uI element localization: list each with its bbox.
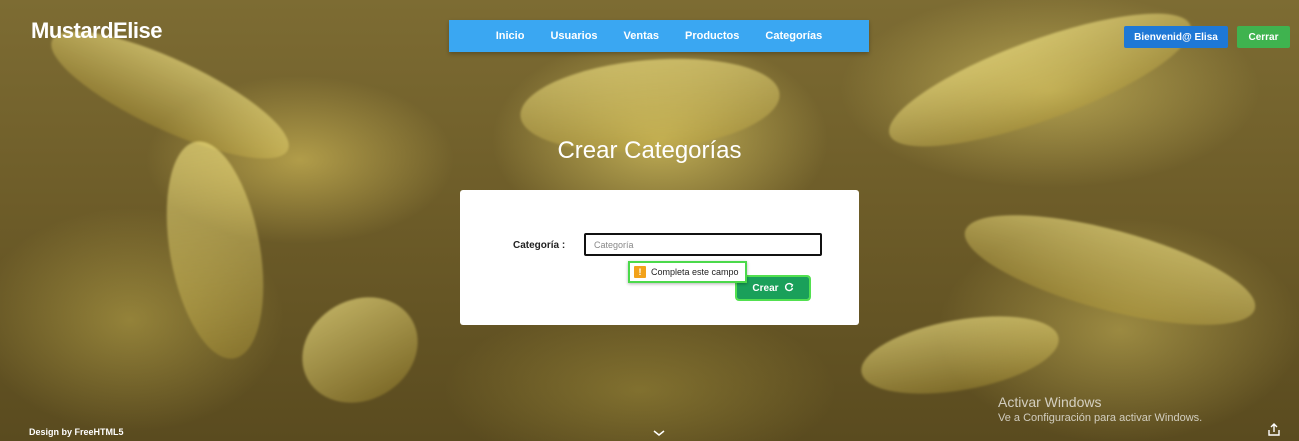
validation-tooltip: ! Completa este campo	[628, 261, 747, 283]
chevron-down-icon[interactable]	[652, 427, 666, 441]
create-button[interactable]: Crear	[735, 275, 811, 301]
petal-shape	[855, 303, 1065, 407]
welcome-user-button[interactable]: Bienvenid@ Elisa	[1124, 26, 1228, 48]
watermark-subtitle: Ve a Configuración para activar Windows.	[998, 412, 1203, 424]
nav-item-productos[interactable]: Productos	[685, 30, 739, 42]
brand-logo[interactable]: MustardElise	[31, 18, 162, 44]
refresh-icon	[784, 282, 794, 295]
nav-item-inicio[interactable]: Inicio	[496, 30, 525, 42]
warning-icon: !	[634, 266, 646, 278]
main-nav: Inicio Usuarios Ventas Productos Categor…	[449, 20, 869, 52]
category-label: Categoría :	[513, 240, 566, 251]
page-title: Crear Categorías	[557, 137, 742, 164]
nav-item-ventas[interactable]: Ventas	[624, 30, 659, 42]
petal-shape	[151, 133, 279, 367]
petal-shape	[283, 276, 437, 424]
create-button-label: Crear	[752, 282, 779, 294]
windows-activation-watermark: Activar Windows Ve a Configuración para …	[998, 394, 1202, 424]
share-icon[interactable]	[1262, 420, 1286, 440]
logout-button[interactable]: Cerrar	[1237, 26, 1290, 48]
nav-item-categorias[interactable]: Categorías	[765, 30, 822, 42]
category-input[interactable]	[584, 233, 822, 256]
validation-message: Completa este campo	[651, 267, 739, 277]
form-card: Categoría : Crear ! Completa este campo	[460, 190, 859, 325]
footer-credit[interactable]: Design by FreeHTML5	[29, 427, 124, 437]
watermark-title: Activar Windows	[998, 394, 1102, 410]
nav-item-usuarios[interactable]: Usuarios	[550, 30, 597, 42]
